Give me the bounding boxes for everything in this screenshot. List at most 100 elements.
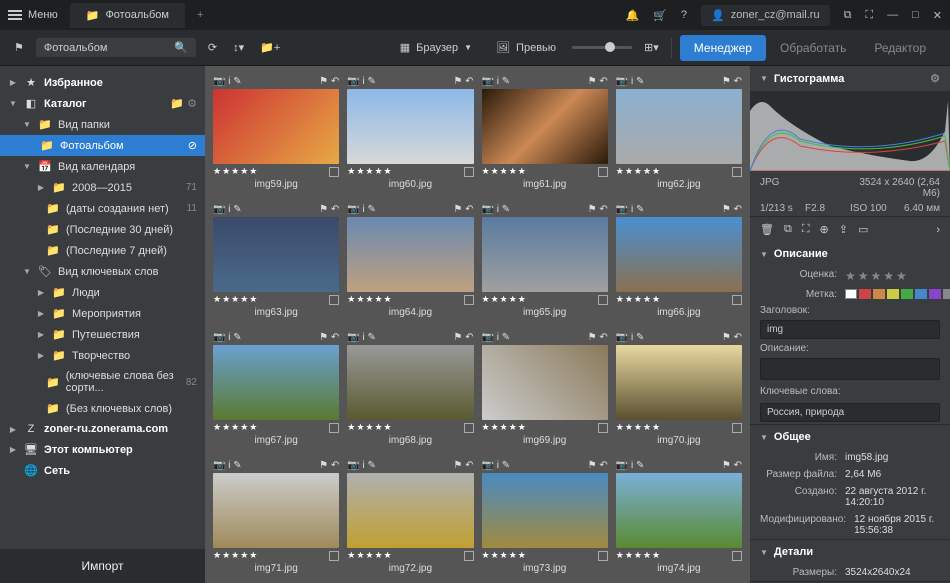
thumb-color-label[interactable]	[329, 167, 339, 177]
thumb-rating[interactable]: ★★★★★	[213, 550, 258, 561]
path-input[interactable]	[44, 42, 168, 54]
thumb-rating[interactable]: ★★★★★	[213, 294, 258, 305]
thumbnail-item[interactable]: 📷 i ✎⚑ ↶ ★★★★★ img74.jpg	[616, 458, 742, 578]
thumb-color-label[interactable]	[598, 423, 608, 433]
sidebar-kw-travel[interactable]: ▶📁Путешествия	[0, 324, 205, 345]
sidebar-network[interactable]: 🌐Сеть	[0, 460, 205, 481]
sidebar-cal-7days[interactable]: 📁(Последние 7 дней)	[0, 240, 205, 261]
sidebar-photoalbum[interactable]: 📁Фотоальбом⊘	[0, 135, 205, 156]
chevron-right-icon[interactable]: ›	[936, 224, 940, 236]
import-button[interactable]: Импорт	[0, 549, 205, 583]
sort-icon[interactable]: ↕▾	[229, 41, 248, 54]
minimize-icon[interactable]: —	[887, 9, 898, 21]
thumb-color-label[interactable]	[598, 551, 608, 561]
sidebar-cal-nodate[interactable]: 📁(даты создания нет)11	[0, 198, 205, 219]
sidebar-favorites[interactable]: ▶★Избранное	[0, 72, 205, 93]
thumb-color-label[interactable]	[598, 295, 608, 305]
thumb-rating[interactable]: ★★★★★	[482, 294, 527, 305]
rating-stars[interactable]: ★★★★★	[845, 269, 909, 283]
thumb-color-label[interactable]	[329, 295, 339, 305]
sidebar-kw-art[interactable]: ▶📁Творчество	[0, 345, 205, 366]
trash-icon[interactable]: 🗑	[760, 223, 774, 236]
thumb-rating[interactable]: ★★★★★	[347, 550, 392, 561]
thumb-rating[interactable]: ★★★★★	[616, 550, 661, 561]
user-account-button[interactable]: 👤 zoner_cz@mail.ru	[701, 5, 830, 26]
keywords-input[interactable]: Россия, природа	[760, 403, 940, 422]
thumb-rating[interactable]: ★★★★★	[213, 166, 258, 177]
thumbnail-item[interactable]: 📷 i ✎⚑ ↶ ★★★★★ img70.jpg	[616, 330, 742, 450]
thumb-color-label[interactable]	[464, 167, 474, 177]
thumbnail-item[interactable]: 📷 i ✎⚑ ↶ ★★★★★ img67.jpg	[213, 330, 339, 450]
description-header[interactable]: ▼Описание	[750, 242, 950, 266]
sidebar-kw-none[interactable]: 📁(Без ключевых слов)	[0, 398, 205, 419]
zoom-slider[interactable]	[572, 46, 632, 49]
sidebar-kw-people[interactable]: ▶📁Люди	[0, 282, 205, 303]
details-header[interactable]: ▼Детали	[750, 540, 950, 564]
sidebar-cal-range[interactable]: ▶📁2008—201571	[0, 177, 205, 198]
thumb-rating[interactable]: ★★★★★	[347, 166, 392, 177]
thumb-color-label[interactable]	[732, 167, 742, 177]
fullscreen-icon[interactable]: ⛶	[865, 9, 873, 22]
thumb-color-label[interactable]	[464, 551, 474, 561]
thumbnail-item[interactable]: 📷 i ✎⚑ ↶ ★★★★★ img64.jpg	[347, 202, 473, 322]
expand-icon[interactable]: ⛶	[802, 223, 810, 236]
sidebar-calendar-view[interactable]: ▼📅Вид календаря	[0, 156, 205, 177]
more-icon[interactable]: ▭	[858, 223, 868, 236]
thumb-rating[interactable]: ★★★★★	[616, 166, 661, 177]
thumbnail-item[interactable]: 📷 i ✎⚑ ↶ ★★★★★ img60.jpg	[347, 74, 473, 194]
thumbnail-item[interactable]: 📷 i ✎⚑ ↶ ★★★★★ img69.jpg	[482, 330, 608, 450]
tab-process[interactable]: Обработать	[766, 35, 860, 61]
sidebar-zonerama[interactable]: ▶Zzoner-ru.zonerama.com	[0, 419, 205, 439]
thumbnail-item[interactable]: 📷 i ✎⚑ ↶ ★★★★★ img59.jpg	[213, 74, 339, 194]
sidebar-cal-30days[interactable]: 📁(Последние 30 дней)	[0, 219, 205, 240]
thumb-color-label[interactable]	[329, 423, 339, 433]
thumb-color-label[interactable]	[732, 295, 742, 305]
thumbnail-item[interactable]: 📷 i ✎⚑ ↶ ★★★★★ img73.jpg	[482, 458, 608, 578]
sidebar-kw-unsorted[interactable]: 📁(ключевые слова без сорти...82	[0, 366, 205, 398]
add-folder-icon[interactable]: 📁 ⚙	[170, 97, 197, 110]
thumbnail-item[interactable]: 📷 i ✎⚑ ↶ ★★★★★ img68.jpg	[347, 330, 473, 450]
thumb-color-label[interactable]	[464, 295, 474, 305]
title-input[interactable]: img	[760, 320, 940, 339]
tab-editor[interactable]: Редактор	[860, 35, 940, 61]
refresh-icon[interactable]: ⟳	[204, 41, 221, 54]
thumb-rating[interactable]: ★★★★★	[347, 294, 392, 305]
flag-icon[interactable]: ⚑	[10, 41, 28, 54]
thumbnail-item[interactable]: 📷 i ✎⚑ ↶ ★★★★★ img65.jpg	[482, 202, 608, 322]
copy-icon[interactable]: ⧉	[784, 223, 792, 236]
thumbnails-icon[interactable]: ⊞▾	[640, 41, 663, 54]
cart-icon[interactable]: 🛒	[653, 9, 667, 22]
sidebar-folder-view[interactable]: ▼📁Вид папки	[0, 114, 205, 135]
thumbnail-item[interactable]: 📷 i ✎⚑ ↶ ★★★★★ img72.jpg	[347, 458, 473, 578]
window-tab[interactable]: 📁 Фотоальбом	[70, 3, 185, 28]
browser-mode-button[interactable]: ▦ Браузер ▼	[392, 37, 480, 58]
thumb-color-label[interactable]	[598, 167, 608, 177]
new-tab-button[interactable]: +	[197, 9, 203, 21]
gear-icon[interactable]: ⚙	[930, 72, 940, 85]
thumb-rating[interactable]: ★★★★★	[347, 422, 392, 433]
thumb-color-label[interactable]	[329, 551, 339, 561]
new-folder-icon[interactable]: 📁+	[256, 41, 284, 54]
thumbnail-item[interactable]: 📷 i ✎⚑ ↶ ★★★★★ img63.jpg	[213, 202, 339, 322]
main-menu-button[interactable]: Меню	[8, 8, 58, 22]
search-icon[interactable]: 🔍	[174, 41, 188, 54]
thumbnail-item[interactable]: 📷 i ✎⚑ ↶ ★★★★★ img66.jpg	[616, 202, 742, 322]
thumb-rating[interactable]: ★★★★★	[616, 294, 661, 305]
maximize-icon[interactable]: □	[912, 9, 919, 21]
thumbnail-item[interactable]: 📷 i ✎⚑ ↶ ★★★★★ img71.jpg	[213, 458, 339, 578]
description-input[interactable]	[760, 358, 940, 380]
thumb-rating[interactable]: ★★★★★	[482, 422, 527, 433]
close-icon[interactable]: ✕	[933, 9, 942, 22]
zoom-in-icon[interactable]: ⊕	[820, 223, 829, 236]
thumb-color-label[interactable]	[732, 551, 742, 561]
bell-icon[interactable]: 🔔	[626, 9, 640, 22]
sidebar-kw-events[interactable]: ▶📁Мероприятия	[0, 303, 205, 324]
preview-mode-button[interactable]: 🖼 Превью	[488, 37, 564, 58]
share-icon[interactable]: ⇪	[839, 223, 848, 236]
remove-icon[interactable]: ⊘	[188, 139, 197, 152]
thumbnail-item[interactable]: 📷 i ✎⚑ ↶ ★★★★★ img62.jpg	[616, 74, 742, 194]
sidebar-computer[interactable]: ▶🖥Этот компьютер	[0, 439, 205, 460]
zoom-thumb[interactable]	[605, 42, 615, 52]
histogram-header[interactable]: ▼Гистограмма⚙	[750, 66, 950, 91]
sidebar-catalog[interactable]: ▼◧Каталог📁 ⚙	[0, 93, 205, 114]
